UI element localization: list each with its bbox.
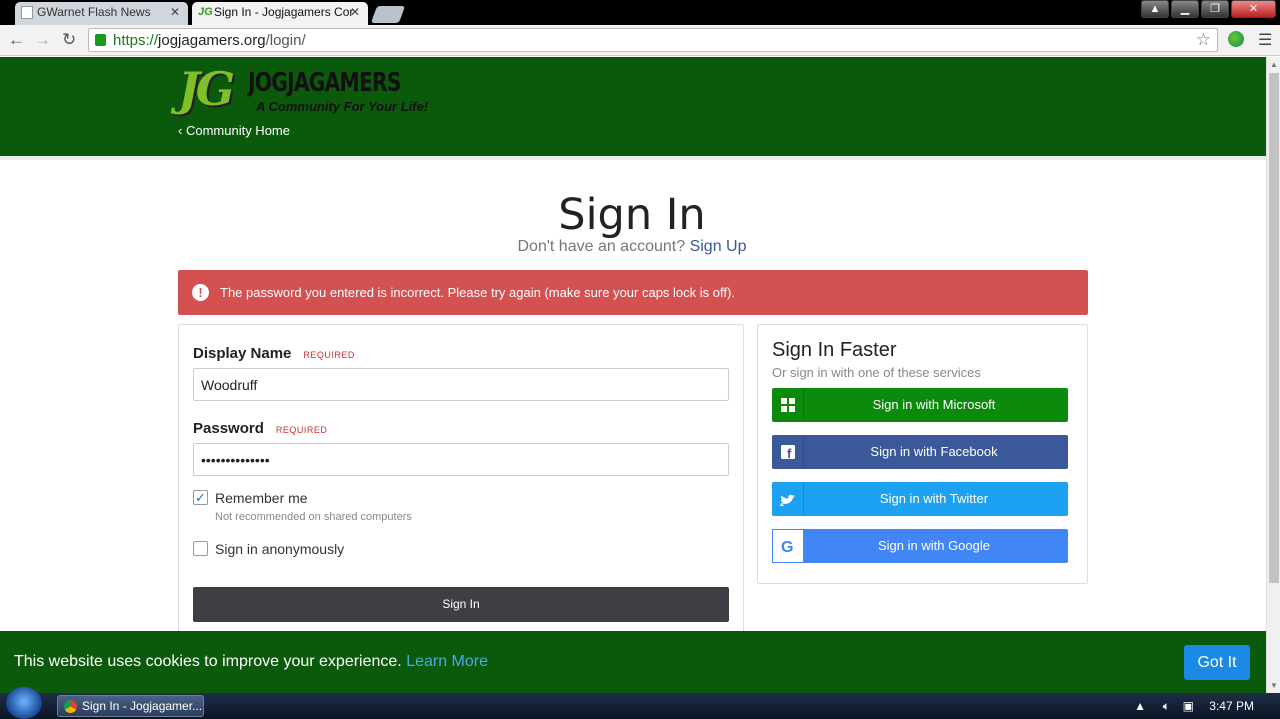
- chrome-icon: [64, 700, 77, 713]
- site-logo[interactable]: JG JOGJAGAMERS A Community For Your Life…: [178, 62, 448, 122]
- divider: [0, 156, 1266, 160]
- back-arrow-icon[interactable]: ←: [8, 30, 25, 50]
- remember-me-checkbox[interactable]: ✓: [193, 490, 208, 505]
- browser-tab-bar: GWarnet Flash News ✕ JG Sign In - Jogjag…: [0, 0, 1280, 25]
- web-page: JG JOGJAGAMERS A Community For Your Life…: [0, 57, 1266, 693]
- sign-in-faster-title: Sign In Faster: [772, 339, 897, 361]
- scrollbar[interactable]: ▲ ▼: [1266, 57, 1280, 693]
- minimize-button[interactable]: ▁: [1171, 0, 1199, 18]
- lock-icon: [95, 34, 106, 46]
- exclamation-icon: !: [192, 284, 209, 301]
- site-header: JG JOGJAGAMERS A Community For Your Life…: [0, 57, 1266, 156]
- user-icon[interactable]: ▲: [1141, 0, 1169, 18]
- signup-link[interactable]: Sign Up: [690, 238, 747, 255]
- close-window-button[interactable]: ✕: [1231, 0, 1276, 18]
- close-tab-icon[interactable]: ✕: [170, 2, 180, 23]
- page-icon: [21, 6, 33, 19]
- tray-arrow-icon[interactable]: ▲: [1134, 693, 1146, 719]
- clock[interactable]: 3:47 PM: [1209, 693, 1254, 719]
- community-home-link[interactable]: ‹ Community Home: [178, 123, 290, 138]
- taskbar-chrome-item[interactable]: Sign In - Jogjagamer...: [57, 695, 204, 717]
- tab-label: Sign In - Jogjagamers Cor: [214, 5, 354, 19]
- start-button[interactable]: [6, 687, 42, 719]
- address-toolbar: ← → ↻ https://jogjagamers.org/login/ ☆ ☰: [0, 25, 1280, 56]
- sign-in-faster-panel: Sign In Faster Or sign in with one of th…: [757, 324, 1088, 584]
- sign-in-faster-subtitle: Or sign in with one of these services: [772, 365, 981, 380]
- menu-icon[interactable]: ☰: [1258, 30, 1272, 50]
- twitter-sign-in-button[interactable]: Sign in with Twitter: [772, 482, 1068, 516]
- password-label: Password REQUIRED: [193, 420, 328, 437]
- sign-in-form: Display NameREQUIRED PasswordREQUIRED ✓ …: [178, 324, 744, 654]
- google-sign-in-button[interactable]: G Sign in with Google: [772, 529, 1068, 563]
- cookie-text: This website uses cookies to improve you…: [14, 653, 489, 670]
- scroll-down-icon[interactable]: ▼: [1270, 681, 1278, 690]
- error-message: The password you entered is incorrect. P…: [220, 285, 735, 300]
- new-tab-button[interactable]: [370, 6, 406, 23]
- facebook-sign-in-button[interactable]: f Sign in with Facebook: [772, 435, 1068, 469]
- tab-gwarnet[interactable]: GWarnet Flash News ✕: [15, 2, 188, 25]
- svg-text:G: G: [781, 539, 793, 556]
- page-title: Sign In: [558, 190, 706, 240]
- windows-icon: [772, 388, 804, 422]
- tab-label: GWarnet Flash News: [37, 5, 151, 19]
- signup-prompt: Don't have an account? Sign Up: [517, 238, 747, 255]
- logo-name: JOGJAGAMERS: [248, 68, 401, 98]
- forward-arrow-icon[interactable]: →: [34, 30, 51, 50]
- url-text: https://jogjagamers.org/login/: [113, 32, 306, 49]
- volume-icon[interactable]: 🔈︎: [1163, 693, 1170, 719]
- logo-tagline: A Community For Your Life!: [256, 99, 429, 114]
- remember-me-hint: Not recommended on shared computers: [215, 511, 412, 523]
- display-name-label: Display Name REQUIRED: [193, 345, 355, 362]
- close-tab-icon[interactable]: ✕: [350, 2, 360, 23]
- cookie-banner: This website uses cookies to improve you…: [0, 631, 1266, 693]
- extension-icon[interactable]: [1228, 31, 1244, 47]
- scroll-up-icon[interactable]: ▲: [1270, 60, 1278, 69]
- display-name-input[interactable]: [193, 368, 729, 401]
- google-icon: G: [772, 529, 804, 563]
- anonymous-checkbox[interactable]: [193, 541, 208, 556]
- window-controls: ▲ ▁ ❐ ✕: [1141, 0, 1276, 18]
- twitter-bird-icon: [772, 482, 804, 516]
- jg-favicon-icon: JG: [198, 6, 213, 18]
- learn-more-link[interactable]: Learn More: [406, 653, 488, 670]
- got-it-button[interactable]: Got It: [1184, 645, 1250, 680]
- taskbar: Sign In - Jogjagamer... ▲ 🔈︎ ▣ 3:47 PM: [0, 687, 1280, 719]
- sign-in-button[interactable]: Sign In: [193, 587, 729, 622]
- microsoft-sign-in-button[interactable]: Sign in with Microsoft: [772, 388, 1068, 422]
- facebook-icon: f: [772, 435, 804, 469]
- maximize-button[interactable]: ❐: [1201, 0, 1229, 18]
- anonymous-label[interactable]: Sign in anonymously: [215, 541, 344, 557]
- reload-icon[interactable]: ↻: [62, 30, 76, 50]
- network-icon[interactable]: ▣: [1183, 693, 1194, 719]
- bookmark-star-icon[interactable]: ☆: [1196, 30, 1211, 50]
- error-alert: ! The password you entered is incorrect.…: [178, 270, 1088, 315]
- password-input[interactable]: [193, 443, 729, 476]
- svg-text:f: f: [787, 446, 792, 461]
- logo-initials: JG: [178, 62, 235, 116]
- url-bar[interactable]: https://jogjagamers.org/login/ ☆: [88, 28, 1218, 52]
- tab-sign-in[interactable]: JG Sign In - Jogjagamers Cor ✕: [192, 2, 368, 25]
- scrollbar-thumb[interactable]: [1269, 73, 1279, 583]
- remember-me-label[interactable]: Remember me: [215, 490, 308, 506]
